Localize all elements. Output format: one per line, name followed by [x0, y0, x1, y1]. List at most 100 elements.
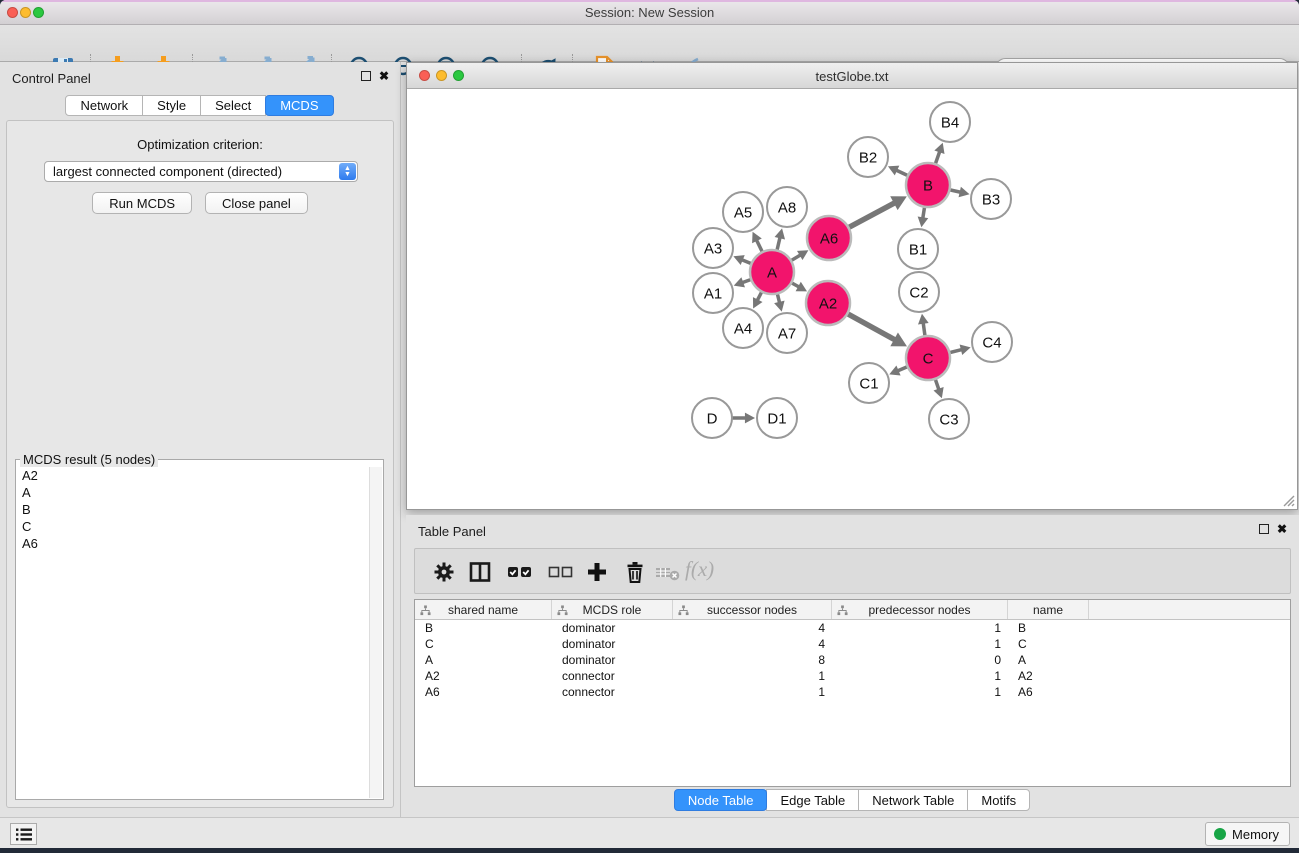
table-cell[interactable]: dominator — [552, 652, 673, 668]
show-column-icon[interactable] — [468, 560, 492, 584]
graph-node-C3[interactable]: C3 — [929, 399, 969, 439]
table-cell[interactable]: dominator — [552, 636, 673, 652]
table-cell[interactable]: A6 — [415, 684, 552, 700]
table-cell[interactable]: A — [415, 652, 552, 668]
table-cell[interactable]: A2 — [415, 668, 552, 684]
table-row[interactable]: Adominator80A — [415, 652, 1290, 668]
graph-node-A2[interactable]: A2 — [806, 281, 850, 325]
table-cell[interactable]: C — [1008, 636, 1089, 652]
graph-node-C[interactable]: C — [906, 336, 950, 380]
graph-node-D1[interactable]: D1 — [757, 398, 797, 438]
function-builder-icon[interactable]: f(x) — [685, 557, 714, 582]
table-cell[interactable]: 1 — [673, 668, 832, 684]
task-history-button[interactable] — [10, 823, 37, 845]
table-cell[interactable]: 4 — [673, 636, 832, 652]
graph-node-C2[interactable]: C2 — [899, 272, 939, 312]
column-header-name[interactable]: name — [1008, 600, 1089, 619]
network-window-titlebar[interactable]: testGlobe.txt — [407, 63, 1297, 89]
table-cell[interactable]: C — [415, 636, 552, 652]
svg-text:C4: C4 — [982, 334, 1001, 351]
deselect-all-icon[interactable] — [548, 560, 572, 584]
node-table-body: Bdominator41BCdominator41CAdominator80AA… — [415, 620, 1290, 700]
add-row-icon[interactable] — [585, 560, 609, 584]
table-cell[interactable]: dominator — [552, 620, 673, 636]
table-cell[interactable]: A6 — [1008, 684, 1089, 700]
result-item[interactable]: A2 — [16, 467, 369, 484]
select-all-icon[interactable] — [507, 560, 531, 584]
graph-node-A6[interactable]: A6 — [807, 216, 851, 260]
memory-button[interactable]: Memory — [1205, 822, 1290, 846]
graph-node-B2[interactable]: B2 — [848, 137, 888, 177]
table-cell[interactable]: connector — [552, 668, 673, 684]
table-cell[interactable]: 1 — [832, 620, 1008, 636]
tab-motifs[interactable]: Motifs — [967, 789, 1030, 811]
criterion-dropdown[interactable]: largest connected component (directed) ▲… — [44, 161, 358, 182]
delete-table-icon[interactable] — [655, 560, 679, 584]
network-graph[interactable]: B4 B2 B B3 A8A5 A6 A3 B1 A C2 A1 A2 A4A7 C4 C C1 D D1 C3 — [407, 89, 1297, 509]
delete-row-icon[interactable] — [623, 560, 647, 584]
table-cell[interactable]: connector — [552, 684, 673, 700]
float-panel-icon[interactable] — [361, 71, 371, 81]
graph-node-C4[interactable]: C4 — [972, 322, 1012, 362]
close-panel-button[interactable]: Close panel — [205, 192, 308, 214]
table-cell[interactable]: 4 — [673, 620, 832, 636]
result-item[interactable]: A — [16, 484, 369, 501]
column-header-mcds-role[interactable]: MCDS role — [552, 600, 673, 619]
table-cell[interactable]: 1 — [832, 668, 1008, 684]
table-cell[interactable]: B — [1008, 620, 1089, 636]
close-table-panel-icon[interactable]: ✖ — [1277, 524, 1287, 534]
tab-node-table[interactable]: Node Table — [674, 789, 768, 811]
graph-node-D[interactable]: D — [692, 398, 732, 438]
tab-network-table[interactable]: Network Table — [858, 789, 968, 811]
graph-node-B1[interactable]: B1 — [898, 229, 938, 269]
graph-node-A4[interactable]: A4 — [723, 308, 763, 348]
tab-select[interactable]: Select — [200, 95, 266, 116]
table-cell[interactable]: A — [1008, 652, 1089, 668]
tab-edge-table[interactable]: Edge Table — [766, 789, 859, 811]
resize-grip-icon[interactable] — [1282, 494, 1295, 507]
tab-mcds[interactable]: MCDS — [265, 95, 333, 116]
result-item[interactable]: B — [16, 501, 369, 518]
graph-node-A5[interactable]: A5 — [723, 192, 763, 232]
column-header-predecessor-nodes[interactable]: predecessor nodes — [832, 600, 1008, 619]
float-table-panel-icon[interactable] — [1259, 524, 1269, 534]
table-cell[interactable]: 1 — [832, 684, 1008, 700]
graph-node-B[interactable]: B — [906, 163, 950, 207]
panel-divider[interactable] — [400, 62, 401, 817]
node-table-header: shared nameMCDS rolesuccessor nodesprede… — [415, 600, 1290, 620]
graph-node-C1[interactable]: C1 — [849, 363, 889, 403]
graph-node-B4[interactable]: B4 — [930, 102, 970, 142]
table-cell[interactable]: 1 — [832, 636, 1008, 652]
column-header-shared-name[interactable]: shared name — [415, 600, 552, 619]
table-row[interactable]: Cdominator41C — [415, 636, 1290, 652]
result-item[interactable]: A6 — [16, 535, 369, 552]
tab-network[interactable]: Network — [65, 95, 143, 116]
table-panel: Table Panel ✖ — [406, 515, 1299, 817]
table-cell[interactable]: 8 — [673, 652, 832, 668]
graph-node-A[interactable]: A — [750, 250, 794, 294]
svg-text:C3: C3 — [939, 411, 958, 428]
table-row[interactable]: A2connector11A2 — [415, 668, 1290, 684]
table-row[interactable]: A6connector11A6 — [415, 684, 1290, 700]
memory-status-icon — [1214, 828, 1226, 840]
table-cell[interactable]: 1 — [673, 684, 832, 700]
table-cell[interactable]: A2 — [1008, 668, 1089, 684]
graph-node-A8[interactable]: A8 — [767, 187, 807, 227]
svg-text:C2: C2 — [909, 284, 928, 301]
graph-node-B3[interactable]: B3 — [971, 179, 1011, 219]
table-cell[interactable]: 0 — [832, 652, 1008, 668]
svg-text:B1: B1 — [909, 241, 927, 258]
titlebar: Session: New Session — [0, 0, 1299, 25]
settings-gear-icon[interactable] — [432, 560, 456, 584]
table-row[interactable]: Bdominator41B — [415, 620, 1290, 636]
column-header-successor-nodes[interactable]: successor nodes — [673, 600, 832, 619]
graph-node-A7[interactable]: A7 — [767, 313, 807, 353]
table-cell[interactable]: B — [415, 620, 552, 636]
tab-style[interactable]: Style — [142, 95, 201, 116]
run-mcds-button[interactable]: Run MCDS — [92, 192, 192, 214]
graph-node-A1[interactable]: A1 — [693, 273, 733, 313]
close-panel-icon[interactable]: ✖ — [379, 71, 389, 81]
result-item[interactable]: C — [16, 518, 369, 535]
graph-node-A3[interactable]: A3 — [693, 228, 733, 268]
result-scrollbar[interactable] — [369, 467, 382, 798]
